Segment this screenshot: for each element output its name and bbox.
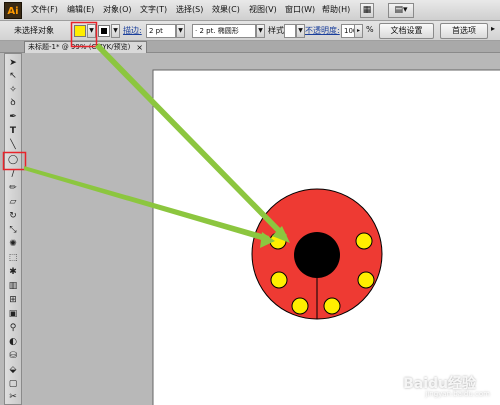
brush-definition-field[interactable]: · 2 pt. 椭圆形 — [192, 24, 256, 38]
chevron-down-icon: ▼ — [113, 27, 118, 34]
magic-wand-tool-icon[interactable]: ✧ — [6, 84, 20, 97]
illustrator-logo: Ai — [4, 2, 22, 19]
gradient-tool-icon[interactable]: ▣ — [6, 308, 20, 321]
menu-object[interactable]: 对象(O) — [103, 4, 132, 15]
brush-definition-value: · 2 pt. 椭圆形 — [195, 27, 239, 35]
opacity-unit: % — [366, 25, 374, 34]
preferences-button[interactable]: 首选项 — [440, 23, 488, 39]
symbol-sprayer-tool-icon[interactable]: ✱ — [6, 266, 20, 279]
selection-tool-icon[interactable]: ➤ — [6, 57, 20, 70]
line-segment-tool-icon[interactable]: ╲ — [6, 139, 20, 152]
lasso-tool-icon[interactable]: ꝺ — [6, 97, 20, 110]
direct-selection-tool-icon[interactable]: ↖ — [6, 70, 20, 83]
ladybug-spot[interactable] — [357, 271, 375, 289]
chevron-down-icon: ▼ — [298, 27, 303, 34]
pen-tool-icon[interactable]: ✒ — [6, 111, 20, 124]
menu-window[interactable]: 窗口(W) — [285, 4, 315, 15]
artboard-canvas — [152, 69, 500, 405]
stroke-weight-dropdown[interactable]: ▼ — [176, 24, 185, 38]
ladybug-spot[interactable] — [291, 297, 309, 315]
opacity-label[interactable]: 不透明度: — [305, 25, 340, 36]
document-tab[interactable]: 未标题-1* @ 99% (CMYK/预览) × — [24, 41, 147, 53]
baidu-watermark: Baidu经验 jingyan.baidu.com — [384, 371, 494, 401]
live-paint-selection-tool-icon[interactable]: ⬙ — [6, 364, 20, 377]
tools-panel: ➤ ↖ ✧ ꝺ ✒ T ╲ ◯ ∕ ✏ ▱ ↻ ⤡ ✺ ⬚ ✱ ▥ ⊞ ▣ ⚲ … — [4, 53, 22, 405]
chevron-right-icon: ▸ — [356, 27, 360, 34]
fill-dropdown[interactable]: ▼ — [87, 24, 96, 38]
menu-type[interactable]: 文字(T) — [140, 4, 167, 15]
free-transform-tool-icon[interactable]: ⬚ — [6, 252, 20, 265]
stroke-weight-value: 2 pt — [149, 27, 163, 35]
ladybug-spot[interactable] — [323, 297, 341, 315]
menu-select[interactable]: 选择(S) — [176, 4, 203, 15]
column-graph-tool-icon[interactable]: ▥ — [6, 280, 20, 293]
close-icon[interactable]: × — [136, 42, 143, 53]
document-tab-title: 未标题-1* @ 99% (CMYK/预览) — [28, 43, 131, 51]
bridge-icon: ▦ — [362, 5, 372, 15]
blend-tool-icon[interactable]: ◐ — [6, 336, 20, 349]
document-tab-bar: 未标题-1* @ 99% (CMYK/预览) × — [0, 41, 500, 53]
document-setup-button[interactable]: 文档设置 — [379, 23, 434, 39]
stroke-weight-field[interactable]: 2 pt — [146, 24, 176, 38]
scale-tool-icon[interactable]: ⤡ — [6, 224, 20, 237]
document-setup-label: 文档设置 — [390, 26, 423, 35]
eraser-tool-icon[interactable]: ▱ — [6, 196, 20, 209]
stroke-swatch[interactable] — [98, 25, 110, 37]
ellipse-tool-icon[interactable]: ◯ — [6, 154, 20, 167]
mesh-tool-icon[interactable]: ⊞ — [6, 294, 20, 307]
brush-dropdown[interactable]: ▼ — [256, 24, 265, 38]
paintbrush-tool-icon[interactable]: ∕ — [6, 168, 20, 181]
preferences-label: 首选项 — [452, 26, 476, 35]
menu-edit[interactable]: 编辑(E) — [67, 4, 94, 15]
stroke-dropdown[interactable]: ▼ — [111, 24, 120, 38]
menu-effect[interactable]: 效果(C) — [212, 4, 240, 15]
ladybug-spot[interactable] — [355, 232, 373, 250]
ladybug-head[interactable] — [294, 232, 340, 278]
canvas-workspace[interactable]: Baidu经验 jingyan.baidu.com — [24, 54, 500, 405]
menu-file[interactable]: 文件(F) — [31, 4, 58, 15]
warp-tool-icon[interactable]: ✺ — [6, 238, 20, 251]
stroke-swatch-inner — [101, 28, 107, 34]
ladybug-spot[interactable] — [269, 232, 287, 250]
menu-help[interactable]: 帮助(H) — [322, 4, 350, 15]
menu-bar: Ai 文件(F) 编辑(E) 对象(O) 文字(T) 选择(S) 效果(C) 视… — [0, 0, 500, 21]
chevron-down-icon: ▼ — [258, 27, 263, 34]
type-tool-icon[interactable]: T — [6, 125, 20, 138]
style-swatch[interactable] — [284, 24, 296, 38]
watermark-sub: jingyan.baidu.com — [425, 390, 490, 398]
style-dropdown[interactable]: ▼ — [296, 24, 305, 38]
fill-swatch[interactable] — [74, 25, 86, 37]
slice-tool-icon[interactable]: ✂ — [6, 391, 20, 404]
live-paint-bucket-tool-icon[interactable]: ⛁ — [6, 350, 20, 363]
eyedropper-tool-icon[interactable]: ⚲ — [6, 322, 20, 335]
pencil-tool-icon[interactable]: ✏ — [6, 182, 20, 195]
artboard-tool-icon[interactable]: ▢ — [6, 378, 20, 391]
arrange-documents-button[interactable]: ▤▾ — [388, 3, 414, 18]
arrange-documents-icon: ▤▾ — [394, 5, 408, 15]
chevron-down-icon: ▼ — [178, 27, 183, 34]
rotate-tool-icon[interactable]: ↻ — [6, 210, 20, 223]
opacity-dropdown[interactable]: ▸ — [354, 24, 363, 38]
selection-status: 未选择对象 — [14, 26, 54, 35]
chevron-down-icon: ▼ — [89, 27, 94, 34]
control-bar: 未选择对象 ▼ ▼ 描边: 2 pt ▼ · 2 pt. 椭圆形 ▼ 样式: ▼… — [0, 21, 500, 41]
ladybug-spot[interactable] — [270, 271, 288, 289]
panel-menu-icon[interactable]: ▸ — [491, 24, 495, 33]
stroke-label[interactable]: 描边: — [123, 25, 142, 36]
bridge-button[interactable]: ▦ — [360, 3, 374, 18]
menu-view[interactable]: 视图(V) — [249, 4, 277, 15]
